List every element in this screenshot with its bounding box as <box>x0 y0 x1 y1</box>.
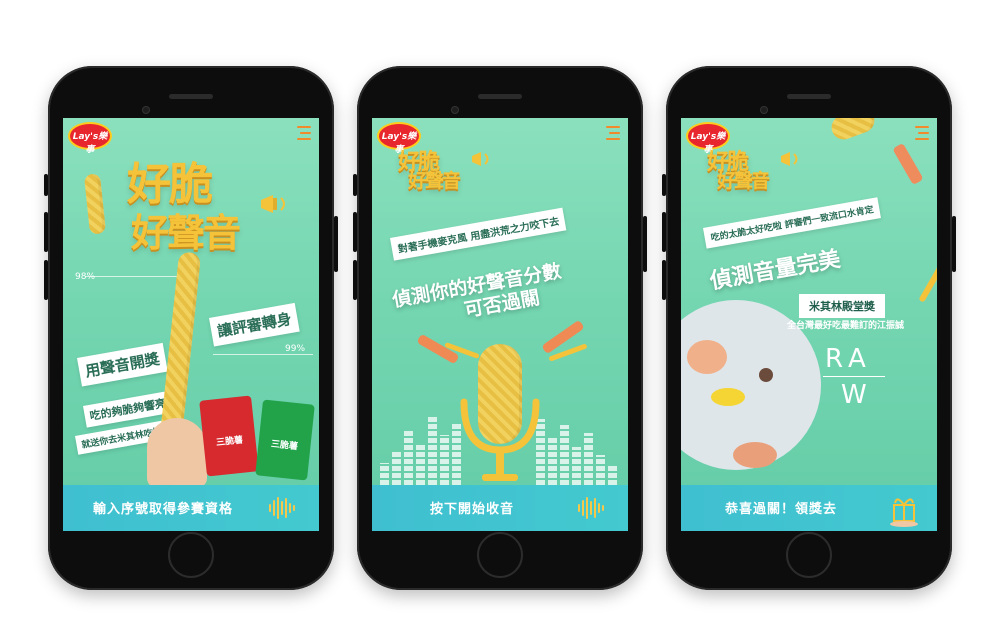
front-camera <box>451 106 459 114</box>
eq-bar <box>380 463 389 485</box>
title-line2: 好聲音 <box>717 170 770 192</box>
raw-logo-top: RA <box>825 344 872 374</box>
cta-label: 恭喜過關！領獎去 <box>724 502 837 517</box>
sound-wave-icon <box>269 497 297 519</box>
sound-wave-icon <box>578 497 606 519</box>
eq-bar <box>548 437 557 485</box>
mute-switch <box>44 174 48 196</box>
title-line2: 好聲音 <box>131 211 241 255</box>
eq-bar <box>584 433 593 485</box>
mute-switch <box>662 174 666 196</box>
eq-bar <box>608 465 617 485</box>
mute-switch <box>353 174 357 196</box>
earpiece-speaker <box>478 94 522 99</box>
award-title: 米其林殿堂獎 <box>799 294 885 318</box>
result-heading: 偵測音量完美 <box>708 246 843 295</box>
award-subtitle: 全台灣最好吃最難訂的江振誠 <box>787 321 905 331</box>
pack-label-green: 三脆薯 <box>270 439 299 453</box>
banner-main-a: 用聲音開獎 <box>77 342 168 387</box>
stat-line-left <box>85 276 185 277</box>
lays-logo[interactable]: Lay's樂事 <box>70 124 110 155</box>
fry-orange-top <box>892 142 924 186</box>
stat-left: 98% <box>75 272 96 282</box>
front-camera <box>142 106 150 114</box>
title-line2: 好聲音 <box>408 170 461 192</box>
eq-bar <box>392 451 401 485</box>
screen-2: Lay's樂事 好脆 好聲音 對著手機麥克風 用盡洪荒之力咬下去 偵測你的好聲音… <box>372 118 628 531</box>
power-button <box>643 216 647 272</box>
hand <box>147 418 207 488</box>
stat-right: 99% <box>285 344 306 354</box>
praise-banner: 吃的太脆太好吃啦 評審們一致流口水肯定 <box>703 197 882 249</box>
screen-1: Lay's樂事 好脆 好聲音 98% 99% 用聲音開獎 讓評審轉身 吃的夠脆夠… <box>63 118 319 531</box>
cta-bar[interactable]: 按下開始收音 <box>372 485 628 531</box>
eq-bar <box>440 435 449 485</box>
home-button <box>477 532 523 578</box>
eq-bar <box>428 415 437 485</box>
fry-yellow-side <box>918 251 937 303</box>
cta-bar[interactable]: 輸入序號取得參賽資格 <box>63 485 319 531</box>
phone-mockup-3: Lay's樂事 好脆 好聲音 吃的太脆太好吃啦 評審們一致流口水肯定 偵測音量完… <box>662 66 956 590</box>
screen-3: Lay's樂事 好脆 好聲音 吃的太脆太好吃啦 評審們一致流口水肯定 偵測音量完… <box>681 118 937 531</box>
banner-main-b: 讓評審轉身 <box>209 302 300 347</box>
mic-stick-icon <box>83 173 107 235</box>
eq-bar <box>404 429 413 485</box>
shrimp-2 <box>733 442 777 468</box>
raw-logo-divider <box>823 376 885 377</box>
power-button <box>952 216 956 272</box>
garnish <box>759 368 773 382</box>
gift-icon <box>890 498 918 527</box>
cta-label: 按下開始收音 <box>429 502 514 517</box>
snack-pack-red: 三脆薯 <box>199 395 259 477</box>
menu-icon[interactable] <box>297 126 311 140</box>
microphone-stand-icon <box>460 398 540 481</box>
menu-icon[interactable] <box>915 126 929 140</box>
cta-label: 輸入序號取得參賽資格 <box>92 502 233 517</box>
volume-down-button <box>662 260 666 300</box>
megaphone-icon <box>261 195 285 213</box>
megaphone-icon <box>472 152 489 166</box>
phone-mockup-2: Lay's樂事 好脆 好聲音 對著手機麥克風 用盡洪荒之力咬下去 偵測你的好聲音… <box>353 66 647 590</box>
power-button <box>334 216 338 272</box>
front-camera <box>760 106 768 114</box>
stat-line-right <box>213 354 313 355</box>
eq-bar <box>416 445 425 485</box>
earpiece-speaker <box>169 94 213 99</box>
earpiece-speaker <box>787 94 831 99</box>
shrimp-1 <box>687 340 727 374</box>
volume-down-button <box>44 260 48 300</box>
instruction-banner: 對著手機麥克風 用盡洪荒之力咬下去 <box>390 207 567 261</box>
home-button <box>168 532 214 578</box>
snack-pack-green: 三脆薯 <box>255 399 315 481</box>
logo-text: Lay's樂事 <box>72 132 108 155</box>
home-button <box>786 532 832 578</box>
volume-up-button <box>662 212 666 252</box>
eq-bar <box>596 455 605 485</box>
volume-up-button <box>44 212 48 252</box>
pack-label-red: 三脆薯 <box>215 435 244 449</box>
yolk <box>711 388 745 406</box>
phone-mockup-1: Lay's樂事 好脆 好聲音 98% 99% 用聲音開獎 讓評審轉身 吃的夠脆夠… <box>44 66 338 590</box>
cta-bar[interactable]: 恭喜過關！領獎去 <box>681 485 937 531</box>
megaphone-icon <box>781 152 798 166</box>
eq-bar <box>572 447 581 485</box>
menu-icon[interactable] <box>606 126 620 140</box>
snack-top <box>828 118 878 143</box>
raw-logo-bottom: W <box>841 380 867 410</box>
volume-up-button <box>353 212 357 252</box>
eq-bar <box>560 425 569 485</box>
volume-down-button <box>353 260 357 300</box>
